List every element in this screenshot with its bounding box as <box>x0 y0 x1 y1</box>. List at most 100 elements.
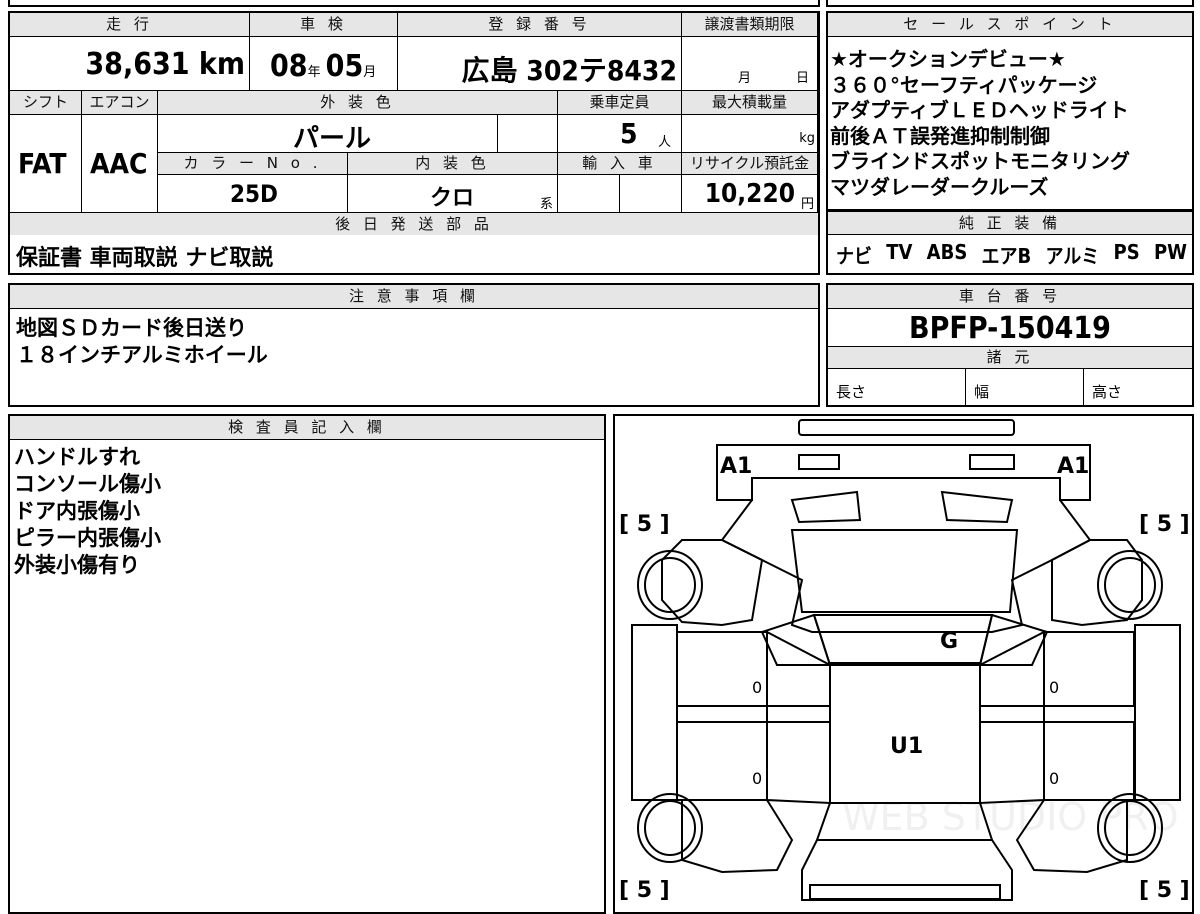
later-parts-header: 後 日 発 送 部 品 <box>10 213 818 237</box>
registration-cell: 広島 302テ8432 <box>398 37 682 91</box>
inspector-line: 外装小傷有り <box>14 553 140 577</box>
equipment-item: エアB <box>981 244 1032 268</box>
tire-tread-rr: [ 5 ] <box>1139 878 1190 903</box>
aircon-value: AAC <box>90 147 148 180</box>
inspector-list: ハンドルすれ コンソール傷小 ドア内張傷小 ピラー内張傷小 外装小傷有り <box>14 444 161 579</box>
chassis-header: 車 台 番 号 <box>828 285 1192 309</box>
color-no-cell: 25D <box>158 175 348 213</box>
equipment-item: ナビ <box>836 244 872 268</box>
windshield <box>790 529 1019 613</box>
mark-a1-left: A1 <box>720 454 752 479</box>
equipment-item: ABS <box>926 240 968 264</box>
notes-box: 注 意 事 項 欄 地図ＳＤカード後日送り １８インチアルミホイール <box>8 283 820 407</box>
transfer-deadline-cell: 月 日 <box>682 37 818 91</box>
sales-point-item: ３６０°セーフティパッケージ <box>830 72 1098 97</box>
max-load-header: 最大積載量 <box>682 91 818 115</box>
headlight-left <box>798 454 840 470</box>
max-load-cell: kg <box>682 115 818 153</box>
chassis-number-cell: BPFP-150419 <box>828 309 1192 347</box>
front-outline <box>716 444 1091 501</box>
vehicle-info-table: 走 行 車 検 登 録 番 号 譲渡書類期限 38,631 km 08年 05月… <box>8 11 820 239</box>
roof <box>829 662 981 804</box>
width-label: 幅 <box>974 383 990 401</box>
import-cell-1 <box>558 175 620 213</box>
side-left <box>766 630 831 805</box>
inspection-year: 08 <box>270 49 308 84</box>
exterior-color-value: パール <box>293 124 372 153</box>
inspector-line: ハンドルすれ <box>14 445 140 469</box>
inspector-line: ピラー内張傷小 <box>14 526 161 550</box>
sill-right <box>979 705 1136 723</box>
equipment-item: PS <box>1113 240 1140 264</box>
capacity-header: 乗車定員 <box>558 91 682 115</box>
registration-header: 登 録 番 号 <box>398 13 682 37</box>
headlight-right <box>969 454 1015 470</box>
notes-list: 地図ＳＤカード後日送り １８インチアルミホイール <box>16 315 268 369</box>
later-parts-box: 保証書 車両取説 ナビ取説 <box>8 235 820 275</box>
sales-point-item: ブラインドスポットモニタリング <box>830 149 1130 173</box>
mileage-header: 走 行 <box>10 13 250 37</box>
interior-color-cell: クロ 系 <box>348 175 558 213</box>
door-rl-value: 0 <box>752 769 762 788</box>
equipment-item: TV <box>886 240 913 264</box>
sales-point-item: アダプティブＬＥＤヘッドライト <box>830 98 1129 122</box>
trunk <box>801 839 1013 901</box>
width-cell: 幅 <box>966 369 1084 405</box>
inspector-box: 検 査 員 記 入 欄 ハンドルすれ コンソール傷小 ドア内張傷小 ピラー内張傷… <box>8 414 606 914</box>
aircon-cell: AAC <box>82 115 158 213</box>
sales-points-box: セ ー ル ス ポ イ ン ト ★オークションデビュー★ ３６０°セーフティパッ… <box>826 11 1194 211</box>
inspection-year-unit: 年 <box>307 65 321 80</box>
note-line: 地図ＳＤカード後日送り <box>16 316 247 340</box>
tire-tread-fl: [ 5 ] <box>619 512 670 537</box>
pillar-left-front <box>760 613 832 666</box>
mileage-cell: 38,631 km <box>10 37 250 91</box>
capacity-value: 5 <box>620 117 638 150</box>
sales-point-item: 前後ＡＴ誤発進抑制制御 <box>830 123 1050 148</box>
inspector-header: 検 査 員 記 入 欄 <box>10 416 604 440</box>
recycle-fee-value: 10,220 <box>704 179 795 209</box>
front-bumper-bar <box>798 419 1015 436</box>
inspection-month: 05 <box>325 49 364 84</box>
shift-value: FAT <box>18 147 67 180</box>
wheel-front-right-inner <box>1104 557 1156 613</box>
interior-color-value: クロ <box>430 186 475 211</box>
top-strip-right <box>826 0 1194 7</box>
registration-value: 広島 302テ8432 <box>461 54 677 87</box>
grille-left <box>790 490 862 524</box>
max-load-unit: kg <box>799 131 815 146</box>
length-cell: 長さ <box>828 369 966 405</box>
wheel-rear-left-inner <box>644 800 696 856</box>
car-diagram: A1 A1 G U1 [ 5 ] [ 5 ] [ 5 ] [ 5 ] 0 0 0… <box>619 419 1190 903</box>
wheel-front-left-inner <box>644 557 696 613</box>
car-diagram-box: A1 A1 G U1 [ 5 ] [ 5 ] [ 5 ] [ 5 ] 0 0 0… <box>613 414 1194 914</box>
height-cell: 高さ <box>1084 369 1192 405</box>
equipment-list: ナビ TV ABS エアB アルミ PS PW <box>836 240 1187 269</box>
sales-points-header: セ ー ル ス ポ イ ン ト <box>828 13 1192 37</box>
pillar-right-front <box>978 613 1049 666</box>
equipment-item: PW <box>1153 240 1187 264</box>
door-fr-value: 0 <box>1049 678 1059 697</box>
exterior-color-cell: パール <box>158 115 498 153</box>
side-left-outer <box>631 624 678 801</box>
hood <box>720 477 1092 633</box>
tire-tread-fr: [ 5 ] <box>1139 512 1190 537</box>
aircon-header: エアコン <box>82 91 158 115</box>
mark-u1: U1 <box>890 734 923 759</box>
notes-header: 注 意 事 項 欄 <box>10 285 818 309</box>
sales-point-item: マツダレーダークルーズ <box>830 174 1049 199</box>
shift-header: シフト <box>10 91 82 115</box>
interior-color-header: 内 装 色 <box>348 153 558 175</box>
exterior-color-extra-cell <box>498 115 558 153</box>
import-cell-2 <box>620 175 682 213</box>
transfer-deadline-header: 譲渡書類期限 <box>682 13 818 37</box>
interior-color-suffix: 系 <box>539 197 553 212</box>
wheel-rear-left <box>637 793 703 863</box>
wheel-front-right <box>1097 550 1163 620</box>
equipment-box: 純 正 装 備 ナビ TV ABS エアB アルミ PS PW <box>826 211 1194 275</box>
mark-a1-right: A1 <box>1057 454 1089 479</box>
roof-front <box>812 614 994 666</box>
shift-cell: FAT <box>10 115 82 213</box>
transfer-month-unit: 月 <box>738 71 752 86</box>
inspection-month-unit: 月 <box>363 65 377 80</box>
door-rear-right <box>1043 721 1135 801</box>
